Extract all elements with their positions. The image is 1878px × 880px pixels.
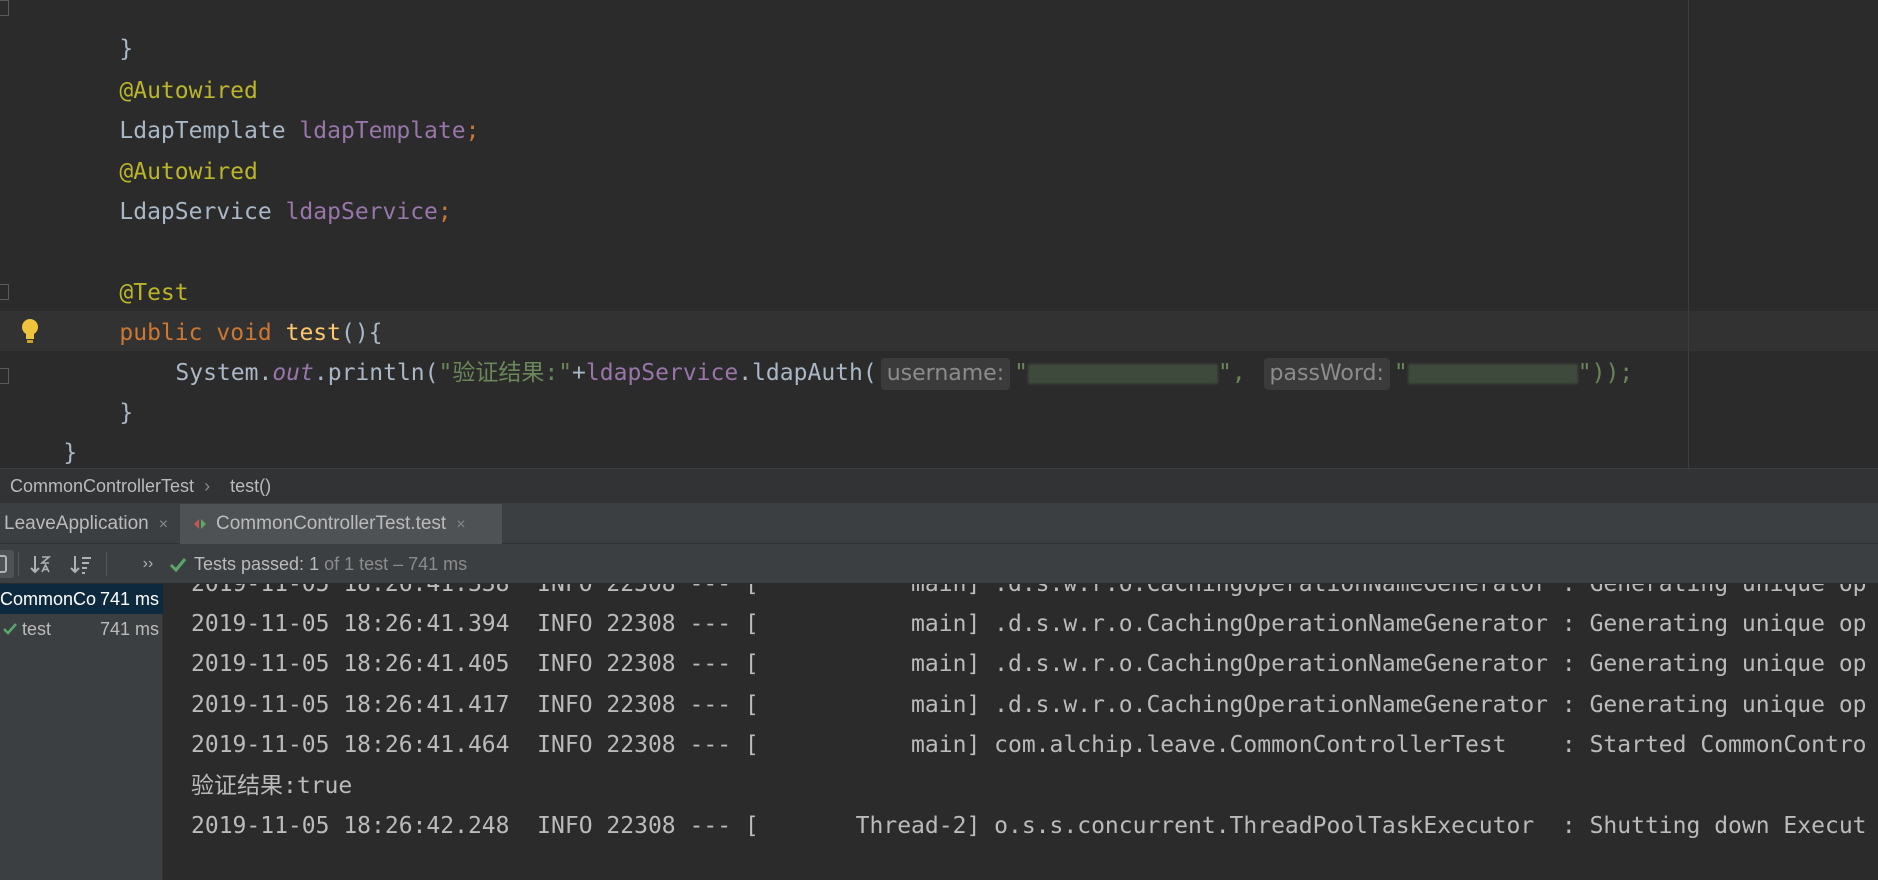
redacted-username bbox=[1027, 363, 1218, 384]
sort-by-duration-icon[interactable] bbox=[68, 550, 96, 578]
status-count: 1 bbox=[304, 554, 320, 574]
tab-common-controller-test[interactable]: CommonControllerTest.test × bbox=[180, 504, 502, 544]
field-name: ldapService bbox=[285, 199, 438, 225]
code-line-10[interactable]: } bbox=[64, 353, 133, 426]
console-line: 2019-11-05 18:26:41.417 INFO 22308 --- [… bbox=[191, 692, 1867, 718]
tab-leave-application[interactable]: LeaveApplication × bbox=[0, 504, 178, 544]
breadcrumb-separator: › bbox=[204, 475, 211, 496]
type-name: LdapService bbox=[119, 199, 272, 225]
code-line-2[interactable]: @Autowired bbox=[64, 31, 257, 104]
lightbulb-icon[interactable] bbox=[20, 318, 40, 344]
param-hint-username: username: bbox=[880, 358, 1011, 390]
tab-label: LeaveApplication bbox=[4, 513, 149, 534]
check-icon bbox=[3, 623, 17, 635]
more-actions-icon[interactable]: ›› bbox=[134, 550, 162, 578]
semicolon: ; bbox=[437, 199, 452, 225]
quote: ", bbox=[1217, 360, 1246, 386]
console-line: 2019-11-05 18:26:41.394 INFO 22308 --- [… bbox=[191, 611, 1867, 637]
console-line: 2019-11-05 18:26:41.464 INFO 22308 --- [… bbox=[191, 732, 1867, 758]
fold-marker-icon[interactable] bbox=[0, 0, 9, 16]
console-line: 2019-11-05 18:26:41.338 INFO 22308 --- [… bbox=[191, 584, 1867, 597]
code-line-11[interactable]: } bbox=[8, 393, 77, 466]
test-config-icon bbox=[194, 518, 206, 529]
code-editor[interactable]: } @Autowired LdapTemplate ldapTemplate; … bbox=[0, 0, 1878, 468]
fold-marker-icon[interactable] bbox=[0, 368, 9, 384]
test-toolbar: ›› Tests passed: 1 of 1 test – 741 ms bbox=[0, 544, 1878, 584]
status-suffix: of 1 test – 741 ms bbox=[319, 554, 468, 574]
console-line: 2019-11-05 18:26:41.405 INFO 22308 --- [… bbox=[191, 651, 1867, 677]
brace: } bbox=[119, 400, 134, 426]
test-status: Tests passed: 1 of 1 test – 741 ms bbox=[168, 544, 467, 584]
redacted-password bbox=[1407, 363, 1578, 384]
check-icon bbox=[169, 558, 187, 573]
semicolon: ; bbox=[465, 118, 480, 144]
println-call: .println( bbox=[313, 360, 439, 386]
fold-marker-icon[interactable] bbox=[0, 284, 9, 300]
toolbar-separator bbox=[106, 552, 107, 576]
toolbar-separator bbox=[18, 552, 19, 576]
show-passed-toggle-icon[interactable] bbox=[0, 550, 14, 578]
status-prefix: Tests passed: bbox=[194, 554, 305, 574]
closing-call: ")); bbox=[1577, 360, 1634, 386]
code-line-4[interactable]: @Autowired bbox=[64, 112, 257, 185]
field-name: ldapTemplate bbox=[299, 118, 466, 144]
code-line-9[interactable]: System.out.println("验证结果:"+ldapService.l… bbox=[120, 313, 1633, 390]
breadcrumb: CommonControllerTest › test() bbox=[0, 468, 1878, 504]
out-field: out bbox=[272, 360, 314, 386]
code-line-5[interactable]: LdapService ldapService; bbox=[64, 152, 451, 225]
string-literal: "验证结果:" bbox=[438, 360, 573, 386]
service-field: ldapService bbox=[585, 360, 739, 386]
code-line-7[interactable]: @Test bbox=[64, 233, 188, 306]
system-class: System. bbox=[175, 360, 273, 386]
code-line-1[interactable]: } bbox=[64, 0, 133, 62]
param-hint-password: passWord: bbox=[1263, 358, 1390, 390]
quote: " bbox=[1393, 360, 1408, 386]
code-line-3[interactable]: LdapTemplate ldapTemplate; bbox=[64, 71, 479, 144]
tree-item-test[interactable]: test 741 ms bbox=[0, 614, 163, 644]
console-line: 2019-11-05 18:26:42.248 INFO 22308 --- [… bbox=[191, 813, 1867, 839]
breadcrumb-method[interactable]: test() bbox=[230, 476, 271, 497]
console-line: 验证结果:true bbox=[191, 773, 353, 799]
tree-item-time: 741 ms bbox=[99, 619, 159, 639]
brace: } bbox=[63, 440, 78, 466]
run-tabs: LeaveApplication × CommonControllerTest.t… bbox=[0, 504, 1878, 544]
tree-item-name: CommonCo bbox=[0, 589, 97, 609]
tree-item-time: 741 ms bbox=[99, 589, 159, 609]
test-tree: CommonCo 741 ms test 741 ms bbox=[0, 584, 163, 880]
tab-label: CommonControllerTest.test bbox=[216, 513, 447, 534]
ldapauth-call: .ldapAuth( bbox=[738, 360, 877, 386]
breadcrumb-class[interactable]: CommonControllerTest bbox=[10, 476, 194, 497]
close-icon[interactable]: × bbox=[456, 516, 465, 533]
code-line-8[interactable]: public void test(){ bbox=[64, 273, 382, 346]
sort-alphabetically-icon[interactable] bbox=[28, 550, 56, 578]
close-icon[interactable]: × bbox=[159, 516, 168, 533]
plus-operator: + bbox=[572, 360, 586, 386]
quote: " bbox=[1014, 360, 1028, 386]
tree-item-root[interactable]: CommonCo 741 ms bbox=[0, 584, 163, 614]
console-output[interactable]: 2019-11-05 18:26:41.338 INFO 22308 --- [… bbox=[163, 584, 1878, 880]
tree-item-name: test bbox=[22, 619, 52, 639]
right-margin-guide bbox=[1688, 0, 1689, 468]
